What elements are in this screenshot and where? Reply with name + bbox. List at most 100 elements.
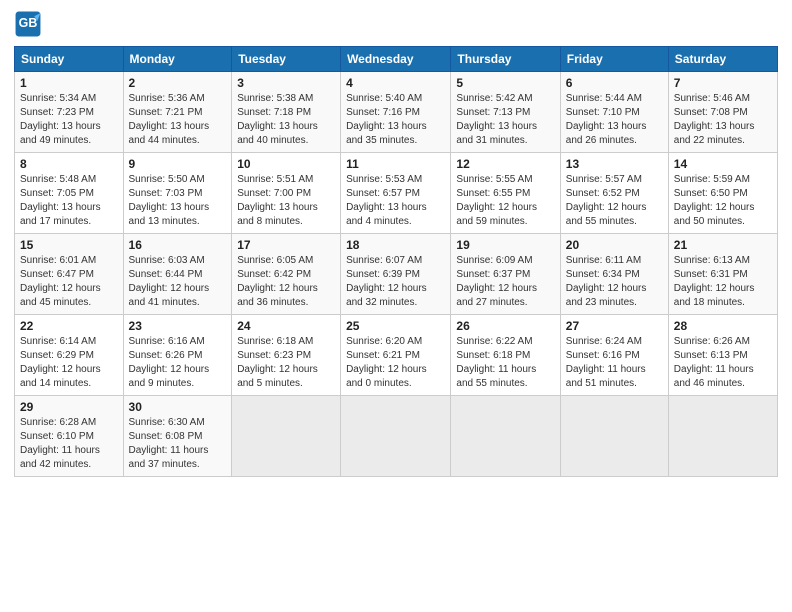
day-info: Sunrise: 6:01 AMSunset: 6:47 PMDaylight:… bbox=[20, 254, 118, 310]
calendar-cell: 11Sunrise: 5:53 AMSunset: 6:57 PMDayligh… bbox=[341, 153, 451, 234]
weekday-header-saturday: Saturday bbox=[668, 47, 777, 72]
calendar-cell: 5 Sunrise: 5:42 AMSunset: 7:13 PMDaylight… bbox=[451, 72, 560, 153]
weekday-header-tuesday: Tuesday bbox=[232, 47, 341, 72]
day-number: 3 bbox=[237, 76, 335, 90]
day-info: Sunrise: 6:24 AMSunset: 6:16 PMDaylight:… bbox=[566, 335, 663, 391]
calendar-cell: 1 Sunrise: 5:34 AMSunset: 7:23 PMDaylight… bbox=[15, 72, 124, 153]
day-number: 21 bbox=[674, 238, 772, 252]
calendar-cell: 15 Sunrise: 6:01 AMSunset: 6:47 PMDayligh… bbox=[15, 234, 124, 315]
calendar-cell: 29 Sunrise: 6:28 AMSunset: 6:10 PMDayligh… bbox=[15, 396, 124, 477]
day-info: Sunrise: 6:18 AMSunset: 6:23 PMDaylight:… bbox=[237, 335, 335, 391]
calendar-cell: 3 Sunrise: 5:38 AMSunset: 7:18 PMDaylight… bbox=[232, 72, 341, 153]
day-number: 24 bbox=[237, 319, 335, 333]
day-number: 6 bbox=[566, 76, 663, 90]
calendar-cell: 6Sunrise: 5:44 AMSunset: 7:10 PMDaylight… bbox=[560, 72, 668, 153]
calendar-table: SundayMondayTuesdayWednesdayThursdayFrid… bbox=[14, 46, 778, 477]
week-row-1: 1 Sunrise: 5:34 AMSunset: 7:23 PMDaylight… bbox=[15, 72, 778, 153]
calendar-cell: 24 Sunrise: 6:18 AMSunset: 6:23 PMDayligh… bbox=[232, 315, 341, 396]
day-info: Sunrise: 5:48 AMSunset: 7:05 PMDaylight:… bbox=[20, 173, 118, 229]
day-number: 26 bbox=[456, 319, 554, 333]
calendar-cell bbox=[232, 396, 341, 477]
day-number: 23 bbox=[129, 319, 227, 333]
day-number: 15 bbox=[20, 238, 118, 252]
day-info: Sunrise: 5:50 AMSunset: 7:03 PMDaylight:… bbox=[129, 173, 227, 229]
header: GB bbox=[14, 10, 778, 38]
calendar-cell: 8 Sunrise: 5:48 AMSunset: 7:05 PMDaylight… bbox=[15, 153, 124, 234]
day-number: 7 bbox=[674, 76, 772, 90]
calendar-cell: 13Sunrise: 5:57 AMSunset: 6:52 PMDayligh… bbox=[560, 153, 668, 234]
week-row-4: 22 Sunrise: 6:14 AMSunset: 6:29 PMDayligh… bbox=[15, 315, 778, 396]
calendar-cell: 19 Sunrise: 6:09 AMSunset: 6:37 PMDayligh… bbox=[451, 234, 560, 315]
day-info: Sunrise: 5:51 AMSunset: 7:00 PMDaylight:… bbox=[237, 173, 335, 229]
day-info: Sunrise: 5:57 AMSunset: 6:52 PMDaylight:… bbox=[566, 173, 663, 229]
weekday-header-row: SundayMondayTuesdayWednesdayThursdayFrid… bbox=[15, 47, 778, 72]
calendar-cell bbox=[560, 396, 668, 477]
day-info: Sunrise: 6:14 AMSunset: 6:29 PMDaylight:… bbox=[20, 335, 118, 391]
weekday-header-friday: Friday bbox=[560, 47, 668, 72]
calendar-cell: 25 Sunrise: 6:20 AMSunset: 6:21 PMDayligh… bbox=[341, 315, 451, 396]
calendar-cell bbox=[668, 396, 777, 477]
day-info: Sunrise: 6:22 AMSunset: 6:18 PMDaylight:… bbox=[456, 335, 554, 391]
day-info: Sunrise: 6:11 AMSunset: 6:34 PMDaylight:… bbox=[566, 254, 663, 310]
day-number: 25 bbox=[346, 319, 445, 333]
day-number: 28 bbox=[674, 319, 772, 333]
calendar-cell: 18Sunrise: 6:07 AMSunset: 6:39 PMDayligh… bbox=[341, 234, 451, 315]
day-number: 9 bbox=[129, 157, 227, 171]
week-row-5: 29 Sunrise: 6:28 AMSunset: 6:10 PMDayligh… bbox=[15, 396, 778, 477]
calendar-cell: 9 Sunrise: 5:50 AMSunset: 7:03 PMDaylight… bbox=[123, 153, 232, 234]
day-number: 4 bbox=[346, 76, 445, 90]
day-number: 8 bbox=[20, 157, 118, 171]
weekday-header-monday: Monday bbox=[123, 47, 232, 72]
calendar-cell: 2Sunrise: 5:36 AMSunset: 7:21 PMDaylight… bbox=[123, 72, 232, 153]
day-number: 27 bbox=[566, 319, 663, 333]
calendar-body: 1 Sunrise: 5:34 AMSunset: 7:23 PMDaylight… bbox=[15, 72, 778, 477]
day-number: 30 bbox=[129, 400, 227, 414]
day-number: 19 bbox=[456, 238, 554, 252]
day-info: Sunrise: 6:05 AMSunset: 6:42 PMDaylight:… bbox=[237, 254, 335, 310]
calendar-cell: 28Sunrise: 6:26 AMSunset: 6:13 PMDayligh… bbox=[668, 315, 777, 396]
week-row-2: 8 Sunrise: 5:48 AMSunset: 7:05 PMDaylight… bbox=[15, 153, 778, 234]
day-number: 16 bbox=[129, 238, 227, 252]
weekday-header-thursday: Thursday bbox=[451, 47, 560, 72]
day-number: 1 bbox=[20, 76, 118, 90]
day-number: 10 bbox=[237, 157, 335, 171]
day-info: Sunrise: 6:03 AMSunset: 6:44 PMDaylight:… bbox=[129, 254, 227, 310]
calendar-cell: 23 Sunrise: 6:16 AMSunset: 6:26 PMDayligh… bbox=[123, 315, 232, 396]
calendar-cell: 16 Sunrise: 6:03 AMSunset: 6:44 PMDayligh… bbox=[123, 234, 232, 315]
calendar-cell bbox=[341, 396, 451, 477]
day-info: Sunrise: 6:09 AMSunset: 6:37 PMDaylight:… bbox=[456, 254, 554, 310]
day-number: 11 bbox=[346, 157, 445, 171]
page: GB SundayMondayTuesdayWednesdayThursdayF… bbox=[0, 0, 792, 612]
calendar-cell: 10 Sunrise: 5:51 AMSunset: 7:00 PMDayligh… bbox=[232, 153, 341, 234]
calendar-cell: 21 Sunrise: 6:13 AMSunset: 6:31 PMDayligh… bbox=[668, 234, 777, 315]
calendar-cell: 17 Sunrise: 6:05 AMSunset: 6:42 PMDayligh… bbox=[232, 234, 341, 315]
day-info: Sunrise: 6:13 AMSunset: 6:31 PMDaylight:… bbox=[674, 254, 772, 310]
day-info: Sunrise: 5:36 AMSunset: 7:21 PMDaylight:… bbox=[129, 92, 227, 148]
day-info: Sunrise: 5:34 AMSunset: 7:23 PMDaylight:… bbox=[20, 92, 118, 148]
calendar-cell: 12 Sunrise: 5:55 AMSunset: 6:55 PMDayligh… bbox=[451, 153, 560, 234]
day-info: Sunrise: 5:42 AMSunset: 7:13 PMDaylight:… bbox=[456, 92, 554, 148]
day-info: Sunrise: 5:46 AMSunset: 7:08 PMDaylight:… bbox=[674, 92, 772, 148]
day-info: Sunrise: 5:40 AMSunset: 7:16 PMDaylight:… bbox=[346, 92, 445, 148]
calendar-cell: 26 Sunrise: 6:22 AMSunset: 6:18 PMDayligh… bbox=[451, 315, 560, 396]
calendar-cell: 14Sunrise: 5:59 AMSunset: 6:50 PMDayligh… bbox=[668, 153, 777, 234]
day-number: 12 bbox=[456, 157, 554, 171]
calendar-cell: 7 Sunrise: 5:46 AMSunset: 7:08 PMDaylight… bbox=[668, 72, 777, 153]
calendar-cell: 22 Sunrise: 6:14 AMSunset: 6:29 PMDayligh… bbox=[15, 315, 124, 396]
day-info: Sunrise: 6:20 AMSunset: 6:21 PMDaylight:… bbox=[346, 335, 445, 391]
day-info: Sunrise: 6:28 AMSunset: 6:10 PMDaylight:… bbox=[20, 416, 118, 472]
logo: GB bbox=[14, 10, 44, 38]
day-info: Sunrise: 5:59 AMSunset: 6:50 PMDaylight:… bbox=[674, 173, 772, 229]
weekday-header-wednesday: Wednesday bbox=[341, 47, 451, 72]
day-number: 5 bbox=[456, 76, 554, 90]
day-number: 29 bbox=[20, 400, 118, 414]
calendar-header: SundayMondayTuesdayWednesdayThursdayFrid… bbox=[15, 47, 778, 72]
day-info: Sunrise: 6:30 AMSunset: 6:08 PMDaylight:… bbox=[129, 416, 227, 472]
day-number: 22 bbox=[20, 319, 118, 333]
logo-icon: GB bbox=[14, 10, 42, 38]
day-info: Sunrise: 5:38 AMSunset: 7:18 PMDaylight:… bbox=[237, 92, 335, 148]
calendar-cell bbox=[451, 396, 560, 477]
day-info: Sunrise: 6:16 AMSunset: 6:26 PMDaylight:… bbox=[129, 335, 227, 391]
day-info: Sunrise: 5:55 AMSunset: 6:55 PMDaylight:… bbox=[456, 173, 554, 229]
day-number: 17 bbox=[237, 238, 335, 252]
